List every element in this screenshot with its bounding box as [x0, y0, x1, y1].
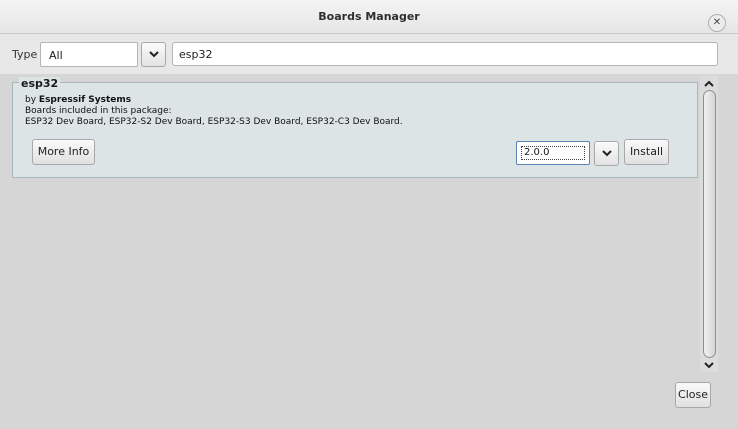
version-dropdown-button[interactable]: [594, 141, 619, 166]
scroll-up-icon[interactable]: [703, 78, 715, 90]
boards-list: esp32 by Espressif Systems Boards includ…: [10, 74, 700, 364]
scroll-thumb[interactable]: [703, 90, 716, 358]
type-select-value: All: [49, 49, 63, 62]
install-button[interactable]: Install: [624, 139, 669, 165]
close-button[interactable]: Close: [675, 382, 711, 408]
boards-included-label: Boards included in this package:: [25, 106, 172, 116]
chevron-down-icon: [602, 150, 612, 157]
version-value: 2.0.0: [521, 146, 585, 160]
boards-manager-window: Boards Manager ✕ Type All esp32 by Espre…: [0, 0, 738, 429]
type-dropdown-button[interactable]: [141, 42, 166, 67]
more-info-button[interactable]: More Info: [32, 139, 95, 165]
window-title: Boards Manager: [318, 10, 420, 23]
board-author: Espressif Systems: [38, 95, 132, 105]
type-select[interactable]: All: [40, 42, 138, 67]
vertical-scrollbar[interactable]: [700, 76, 718, 372]
board-author-line: by Espressif Systems: [25, 95, 131, 105]
boards-included-list: ESP32 Dev Board, ESP32-S2 Dev Board, ESP…: [25, 117, 403, 127]
by-label: by: [25, 95, 37, 105]
version-select[interactable]: 2.0.0: [516, 141, 590, 165]
filter-bar: Type All: [0, 34, 738, 74]
search-input[interactable]: [172, 42, 718, 66]
board-name: esp32: [19, 77, 61, 90]
scroll-down-icon[interactable]: [703, 359, 715, 371]
footer: Close: [0, 372, 738, 429]
chevron-down-icon: [149, 51, 159, 58]
type-label: Type: [12, 48, 38, 61]
title-bar: Boards Manager ✕: [0, 0, 738, 34]
board-card-esp32[interactable]: esp32 by Espressif Systems Boards includ…: [12, 77, 698, 178]
window-close-icon[interactable]: ✕: [708, 14, 726, 32]
